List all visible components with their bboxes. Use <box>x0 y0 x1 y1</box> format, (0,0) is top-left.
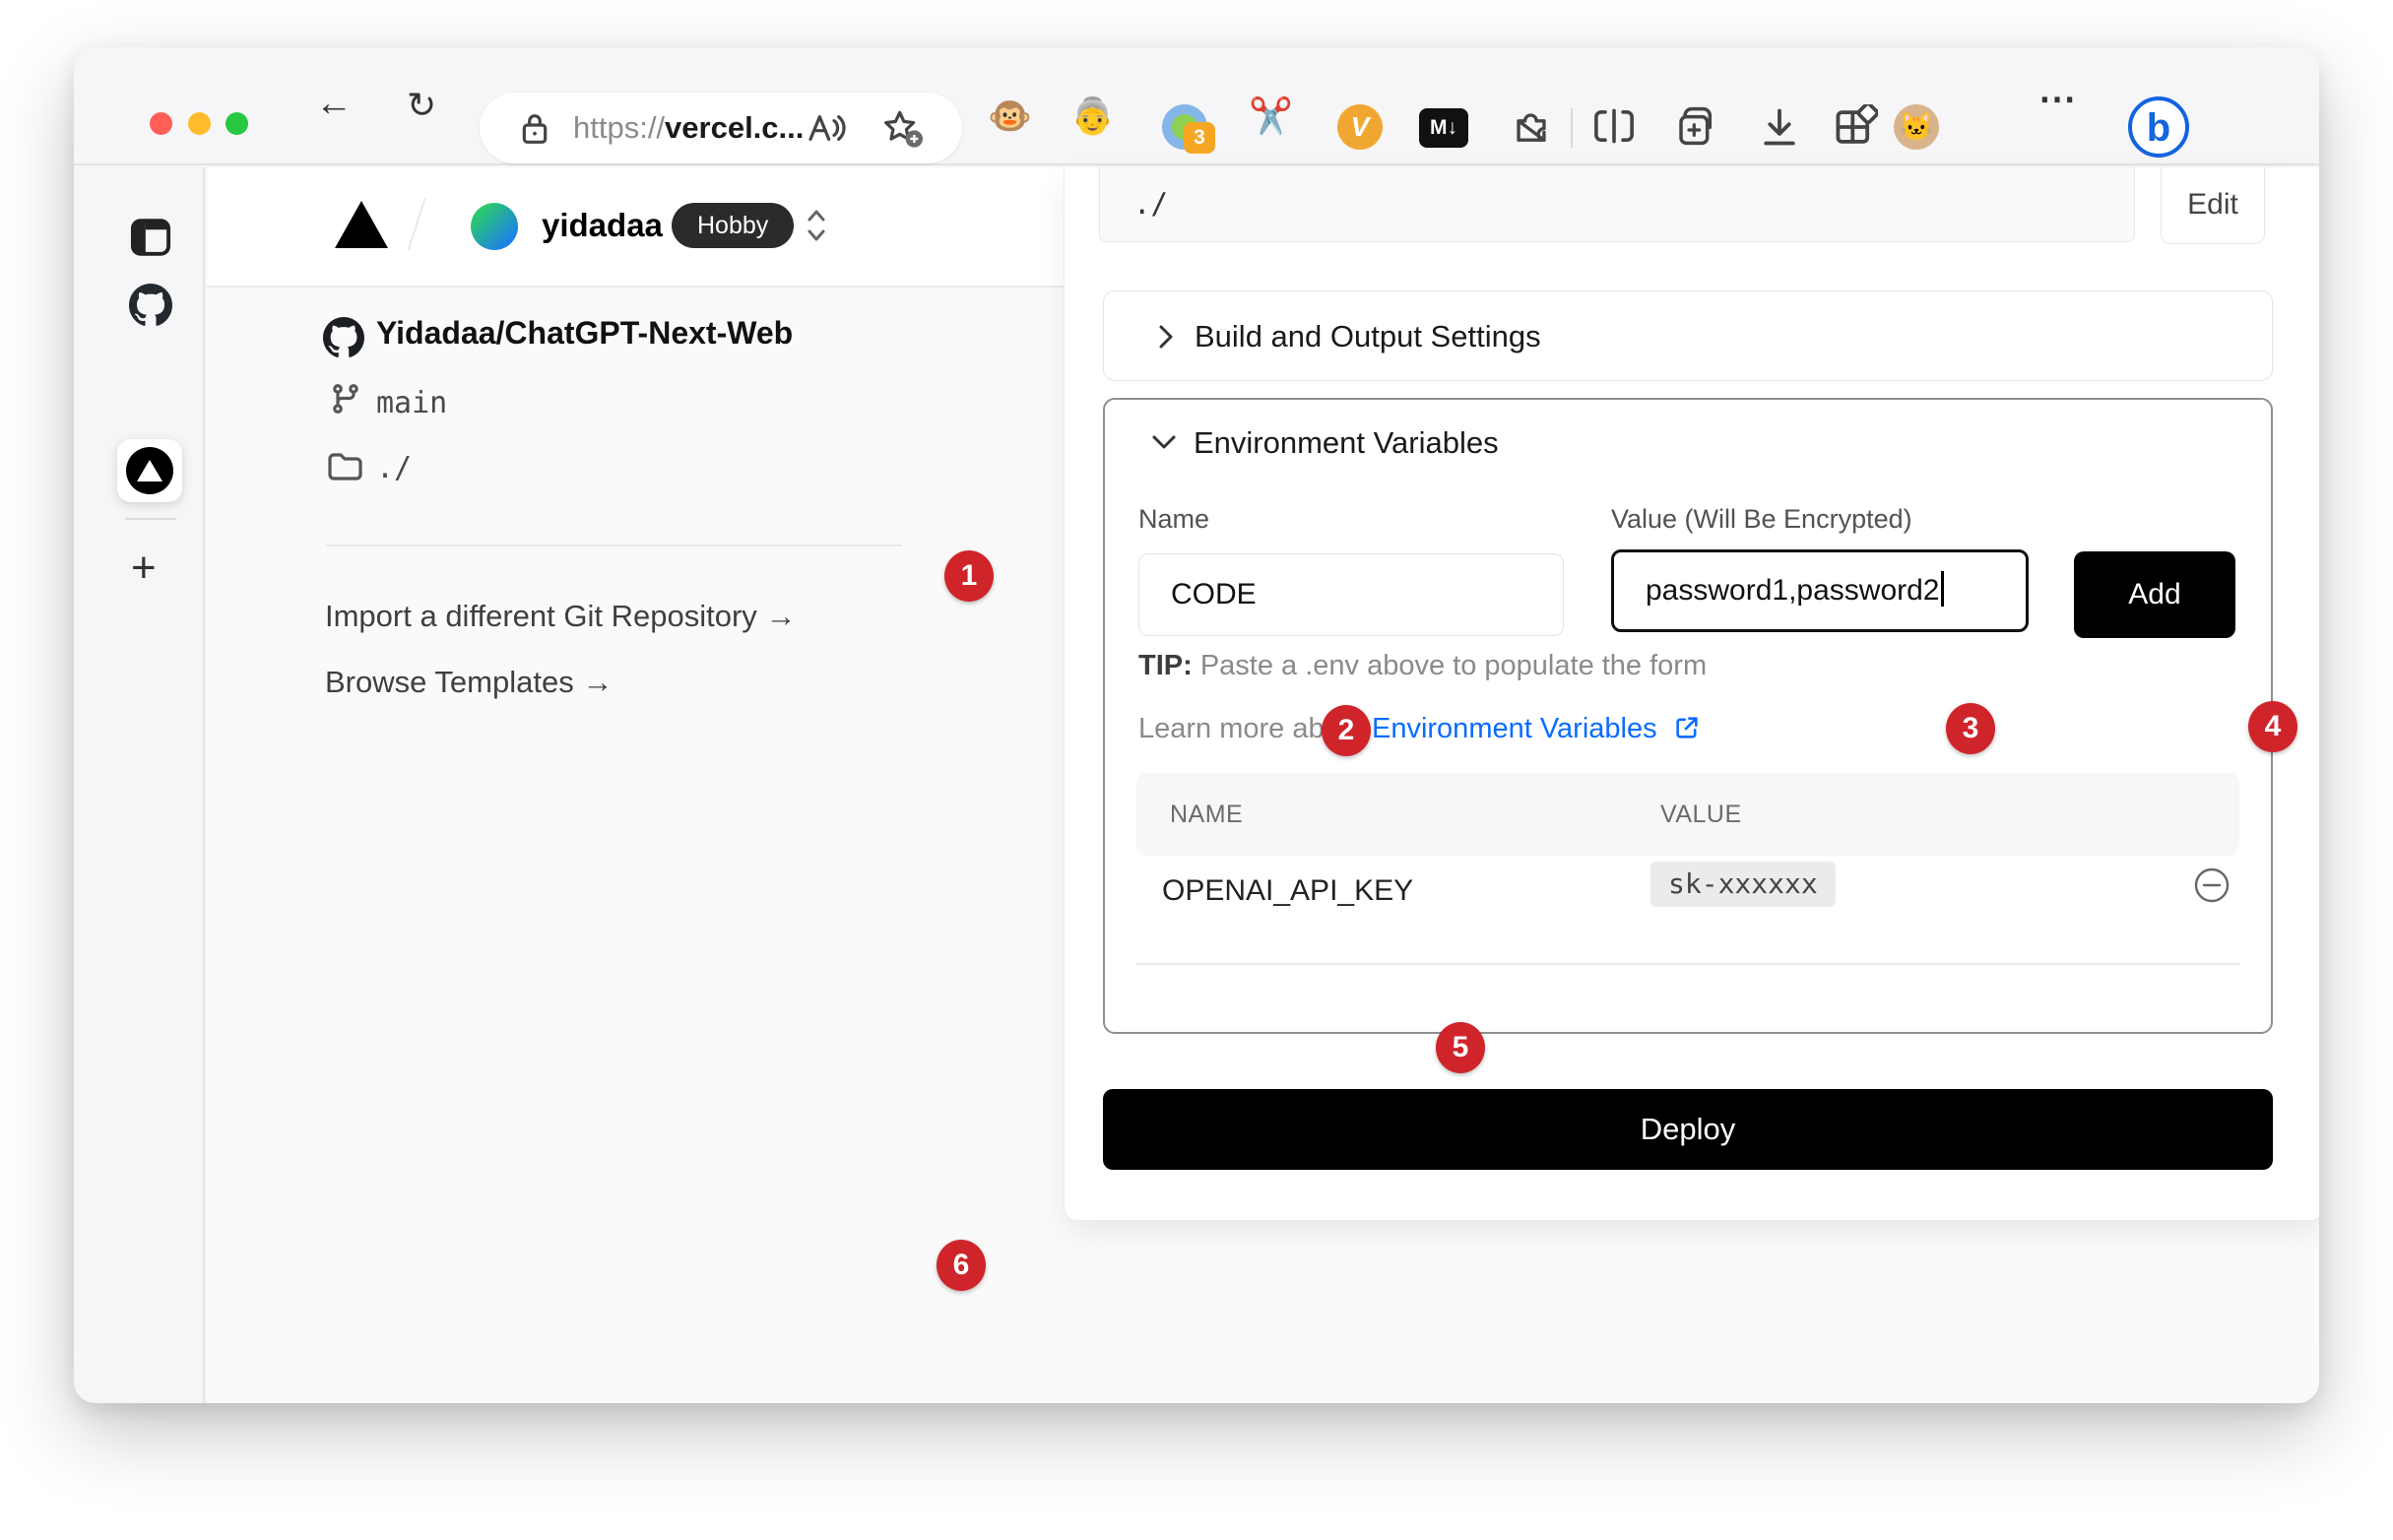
github-repo-icon <box>323 317 364 358</box>
tampermonkey-extension-icon[interactable]: 🐵 <box>988 95 1032 138</box>
environment-variables-title: Environment Variables <box>1194 425 1499 461</box>
team-switcher-icon[interactable] <box>804 204 829 247</box>
bing-chat-icon[interactable]: b <box>2128 96 2189 158</box>
back-icon[interactable]: ← <box>315 83 353 125</box>
configure-project-card: ./ Edit Build and Output Settings Enviro… <box>1064 167 2319 1221</box>
import-different-repo-link[interactable]: Import a different Git Repository → <box>325 599 796 634</box>
text-cursor <box>1941 571 1944 607</box>
settings-more-icon[interactable]: ⋯ <box>2038 77 2079 121</box>
add-env-variable-button[interactable]: Add <box>2074 551 2235 638</box>
toolbar-divider <box>1571 108 1573 148</box>
split-screen-icon[interactable] <box>1592 106 1636 146</box>
markdown-extension-icon[interactable]: M↓ <box>1419 108 1468 148</box>
learn-more-text: Learn more about Environment Variables <box>1138 713 1701 745</box>
url-text: https://vercel.c... <box>573 93 804 163</box>
annotation-marker-5: 5 <box>1436 1022 1485 1073</box>
deploy-button[interactable]: Deploy <box>1103 1089 2273 1170</box>
environment-variables-section: Environment Variables Name Value (Will B… <box>1103 398 2273 1034</box>
browse-templates-link[interactable]: Browse Templates → <box>325 665 613 700</box>
env-name-input[interactable]: CODE <box>1138 553 1564 636</box>
name-label: Name <box>1138 504 1209 535</box>
zoom-window-button[interactable] <box>226 112 248 135</box>
address-bar[interactable]: https://vercel.c... <box>480 93 962 163</box>
tip-text: TIP: Paste a .env above to populate the … <box>1138 650 1707 682</box>
new-tab-button[interactable]: + <box>131 544 157 593</box>
reload-icon[interactable]: ↻ <box>407 85 436 126</box>
sidebar-divider <box>125 518 176 520</box>
vercel-tab-active[interactable] <box>117 439 182 502</box>
environment-variables-link[interactable]: Environment Variables <box>1372 713 1657 744</box>
team-avatar[interactable] <box>471 203 518 250</box>
annotation-marker-2: 2 <box>1322 705 1371 756</box>
annotation-marker-4: 4 <box>2248 701 2297 752</box>
breadcrumb-slash <box>407 198 425 251</box>
chevron-right-icon <box>1153 321 1179 353</box>
annotation-marker-3: 3 <box>1946 703 1995 754</box>
plan-badge: Hobby <box>672 203 794 248</box>
close-window-button[interactable] <box>150 112 172 135</box>
repo-name: Yidadaa/ChatGPT-Next-Web <box>376 315 793 352</box>
browser-apps-icon[interactable] <box>1833 104 1878 150</box>
root-directory-input[interactable]: ./ <box>1099 167 2135 242</box>
annotation-marker-1: 1 <box>944 550 994 602</box>
elder-extension-icon[interactable]: 👵 <box>1070 95 1115 138</box>
vercel-favicon <box>126 447 173 494</box>
env-table-header: NAME VALUE <box>1136 773 2239 856</box>
annotation-marker-6: 6 <box>937 1240 986 1291</box>
browser-tab-sidebar: + <box>74 167 205 1403</box>
browser-window: ← ↻ https://vercel.c... 🐵 👵 <box>74 47 2319 1403</box>
team-name[interactable]: yidadaa <box>542 207 663 244</box>
profile-avatar[interactable]: 🐱 <box>1894 104 1939 150</box>
add-favorite-icon[interactable] <box>881 108 925 150</box>
env-value-input[interactable]: password1,password2 <box>1611 549 2029 632</box>
extension-count-badge: 3 <box>1184 122 1215 154</box>
name-column-header: NAME <box>1170 773 1243 856</box>
build-output-settings-section[interactable]: Build and Output Settings <box>1103 290 2273 381</box>
env-row-name: OPENAI_API_KEY <box>1162 874 1413 908</box>
download-icon[interactable] <box>1758 106 1801 148</box>
value-column-header: VALUE <box>1660 773 1742 856</box>
minimize-window-button[interactable] <box>188 112 211 135</box>
browser-toolbar: ← ↻ https://vercel.c... 🐵 👵 <box>74 47 2319 165</box>
value-label: Value (Will Be Encrypted) <box>1611 504 1912 535</box>
read-aloud-icon[interactable] <box>807 110 846 146</box>
panel-divider <box>325 545 901 546</box>
remove-env-variable-icon[interactable] <box>2192 866 2231 905</box>
extensions-puzzle-icon[interactable] <box>1510 104 1553 148</box>
vercel-page: yidadaa Hobby Feedback Help 1 Yidadaa/Ch… <box>207 167 2319 1403</box>
root-directory: ./ <box>376 451 412 485</box>
vercel-logo-icon[interactable] <box>335 201 388 248</box>
scissors-extension-icon[interactable]: ✂️ <box>1249 95 1293 138</box>
counter-extension-icon[interactable]: 3 <box>1162 104 1207 150</box>
row-divider <box>1136 963 2239 965</box>
build-output-settings-title: Build and Output Settings <box>1195 319 1541 354</box>
chevron-down-icon[interactable] <box>1148 429 1180 455</box>
vimium-extension-icon[interactable]: V <box>1337 104 1383 150</box>
collections-icon[interactable] <box>1673 102 1720 150</box>
github-tab-icon[interactable] <box>129 284 172 327</box>
env-row-value: sk-xxxxxx <box>1650 862 1836 907</box>
lock-icon <box>519 111 550 147</box>
folder-icon <box>327 451 362 482</box>
tab-panel-icon[interactable] <box>129 217 172 258</box>
git-branch-icon <box>329 382 362 416</box>
edit-root-directory-button[interactable]: Edit <box>2161 167 2265 244</box>
branch-name: main <box>376 386 447 420</box>
external-link-icon <box>1673 714 1701 741</box>
